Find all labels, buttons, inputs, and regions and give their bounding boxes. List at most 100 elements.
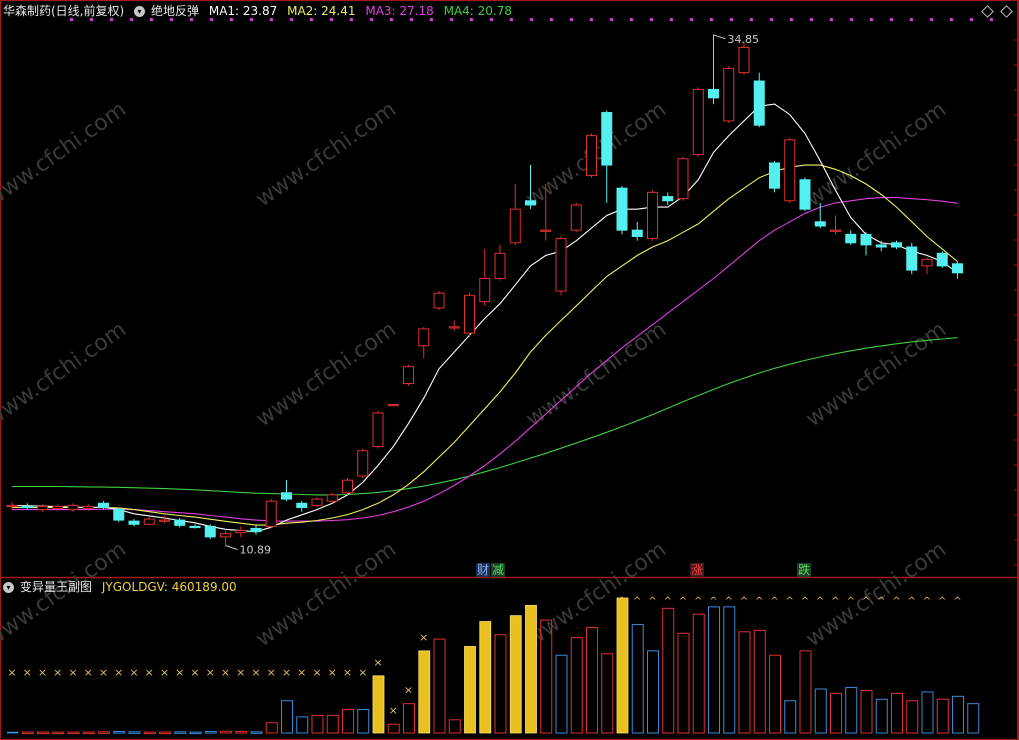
candle <box>311 496 323 508</box>
ma3-value: MA3: 27.18 <box>365 4 434 18</box>
candle <box>403 364 414 386</box>
candle-body-up <box>52 505 64 510</box>
candle <box>723 66 735 124</box>
top-dot-marker <box>570 18 573 21</box>
candle-body-down <box>113 509 125 521</box>
top-dot-marker <box>610 18 613 21</box>
candle-body-up <box>235 530 247 534</box>
volume-cross-marker: × <box>358 666 367 679</box>
watermark-text: www.cfchi.com <box>802 97 951 212</box>
volume-bar-gold <box>418 650 431 734</box>
volume-caret-marker: ^ <box>862 596 870 607</box>
candle-body-down <box>281 492 292 500</box>
volume-bar-gold <box>509 615 522 734</box>
candle-body-up <box>555 238 567 292</box>
candle-body-up <box>265 500 277 527</box>
volume-bar-blue <box>647 650 659 734</box>
stock-chart-canvas[interactable]: www.cfchi.com www.cfchi.com www.cfchi.com w… <box>0 0 1019 740</box>
volume-cross-marker: × <box>389 704 398 717</box>
sub-indicator-menu-icon[interactable]: ▾ <box>3 582 14 593</box>
candle <box>37 504 48 512</box>
stock-name[interactable]: 华森制药(日线,前复权) <box>3 4 124 18</box>
volume-bar-blue <box>204 731 217 734</box>
top-dot-marker <box>690 18 693 21</box>
candle-body-up <box>677 158 689 200</box>
candle-body-up <box>311 498 323 506</box>
candle <box>769 160 780 193</box>
volume-bar-blue <box>128 731 141 734</box>
volume-bar-red <box>67 731 80 735</box>
volume-bar-red <box>494 634 507 734</box>
volume-bar-red <box>738 631 751 734</box>
candle <box>372 410 384 449</box>
volume-bar-red <box>753 629 766 734</box>
watermark-text: www.cfchi.com <box>802 537 951 652</box>
candle <box>875 240 887 252</box>
top-dot-marker <box>750 18 753 21</box>
volume-bar-red <box>799 650 812 734</box>
watermark-text: www.cfchi.com <box>0 97 131 212</box>
candle <box>113 507 125 523</box>
volume-caret-marker: ^ <box>831 596 839 607</box>
volume-caret-marker: ^ <box>938 596 946 607</box>
candle <box>296 501 308 512</box>
candle <box>753 72 765 128</box>
volume-bar-blue <box>174 731 187 734</box>
top-dot-marker <box>910 18 913 21</box>
volume-caret-marker: ^ <box>725 596 733 607</box>
volume-bar-blue <box>7 731 18 734</box>
volume-bar-red <box>403 703 415 734</box>
top-dot-marker <box>650 18 653 21</box>
volume-bar-red <box>692 613 705 734</box>
candle-body-up <box>540 229 552 232</box>
volume-bar-red <box>98 731 110 734</box>
volume-bar-blue <box>952 695 964 734</box>
ma4-value: MA4: 20.78 <box>443 4 513 18</box>
candle-body-down <box>936 252 948 267</box>
volume-cross-marker: × <box>160 666 169 679</box>
ma2-line <box>12 164 958 526</box>
candle-body-up <box>692 88 704 156</box>
sub-indicator-name[interactable]: 变异量王副图 <box>20 580 92 594</box>
candle <box>784 137 796 203</box>
volume-cross-marker: × <box>99 666 108 679</box>
volume-bar-blue <box>250 731 263 734</box>
top-dot-marker <box>810 18 813 21</box>
volume-caret-marker: ^ <box>770 596 778 607</box>
volume-bar-red <box>21 731 34 735</box>
candle-body-up <box>479 277 491 303</box>
top-dot-marker <box>790 18 793 21</box>
candle-body-down <box>875 244 887 248</box>
candle <box>601 110 613 203</box>
indicator-name[interactable]: 绝地反弹 <box>151 4 199 18</box>
candle <box>433 291 445 311</box>
indicator-menu-icon[interactable]: ▾ <box>134 6 146 17</box>
volume-cross-marker: × <box>175 666 184 679</box>
volume-bar-blue <box>814 688 827 734</box>
candle-body-up <box>830 229 841 232</box>
volume-caret-marker: ^ <box>923 596 931 607</box>
volume-bar-blue <box>921 691 934 734</box>
price-low-pointer <box>225 545 238 550</box>
candle-body-up <box>509 208 521 244</box>
volume-bar-red <box>830 692 842 734</box>
volume-bar-blue <box>784 700 797 734</box>
volume-bar-red <box>769 654 781 734</box>
candle <box>631 221 643 241</box>
candle-body-up <box>67 504 79 511</box>
volume-cross-marker: × <box>236 666 245 679</box>
volume-bar-blue <box>296 716 309 734</box>
volume-caret-marker: ^ <box>847 596 855 607</box>
volume-bar-blue <box>281 700 293 734</box>
candle-body-up <box>37 505 48 511</box>
volume-bar-gold <box>479 621 492 734</box>
top-dot-marker <box>530 18 533 21</box>
price-low-label: 10.89 <box>240 544 272 557</box>
volume-caret-marker: ^ <box>648 596 656 607</box>
volume-cross-marker: × <box>68 666 77 679</box>
volume-bar-blue <box>631 623 644 734</box>
top-dot-marker <box>630 18 633 21</box>
candle <box>98 501 109 510</box>
candle-body-down <box>98 502 109 508</box>
volume-bar-red <box>936 698 949 734</box>
